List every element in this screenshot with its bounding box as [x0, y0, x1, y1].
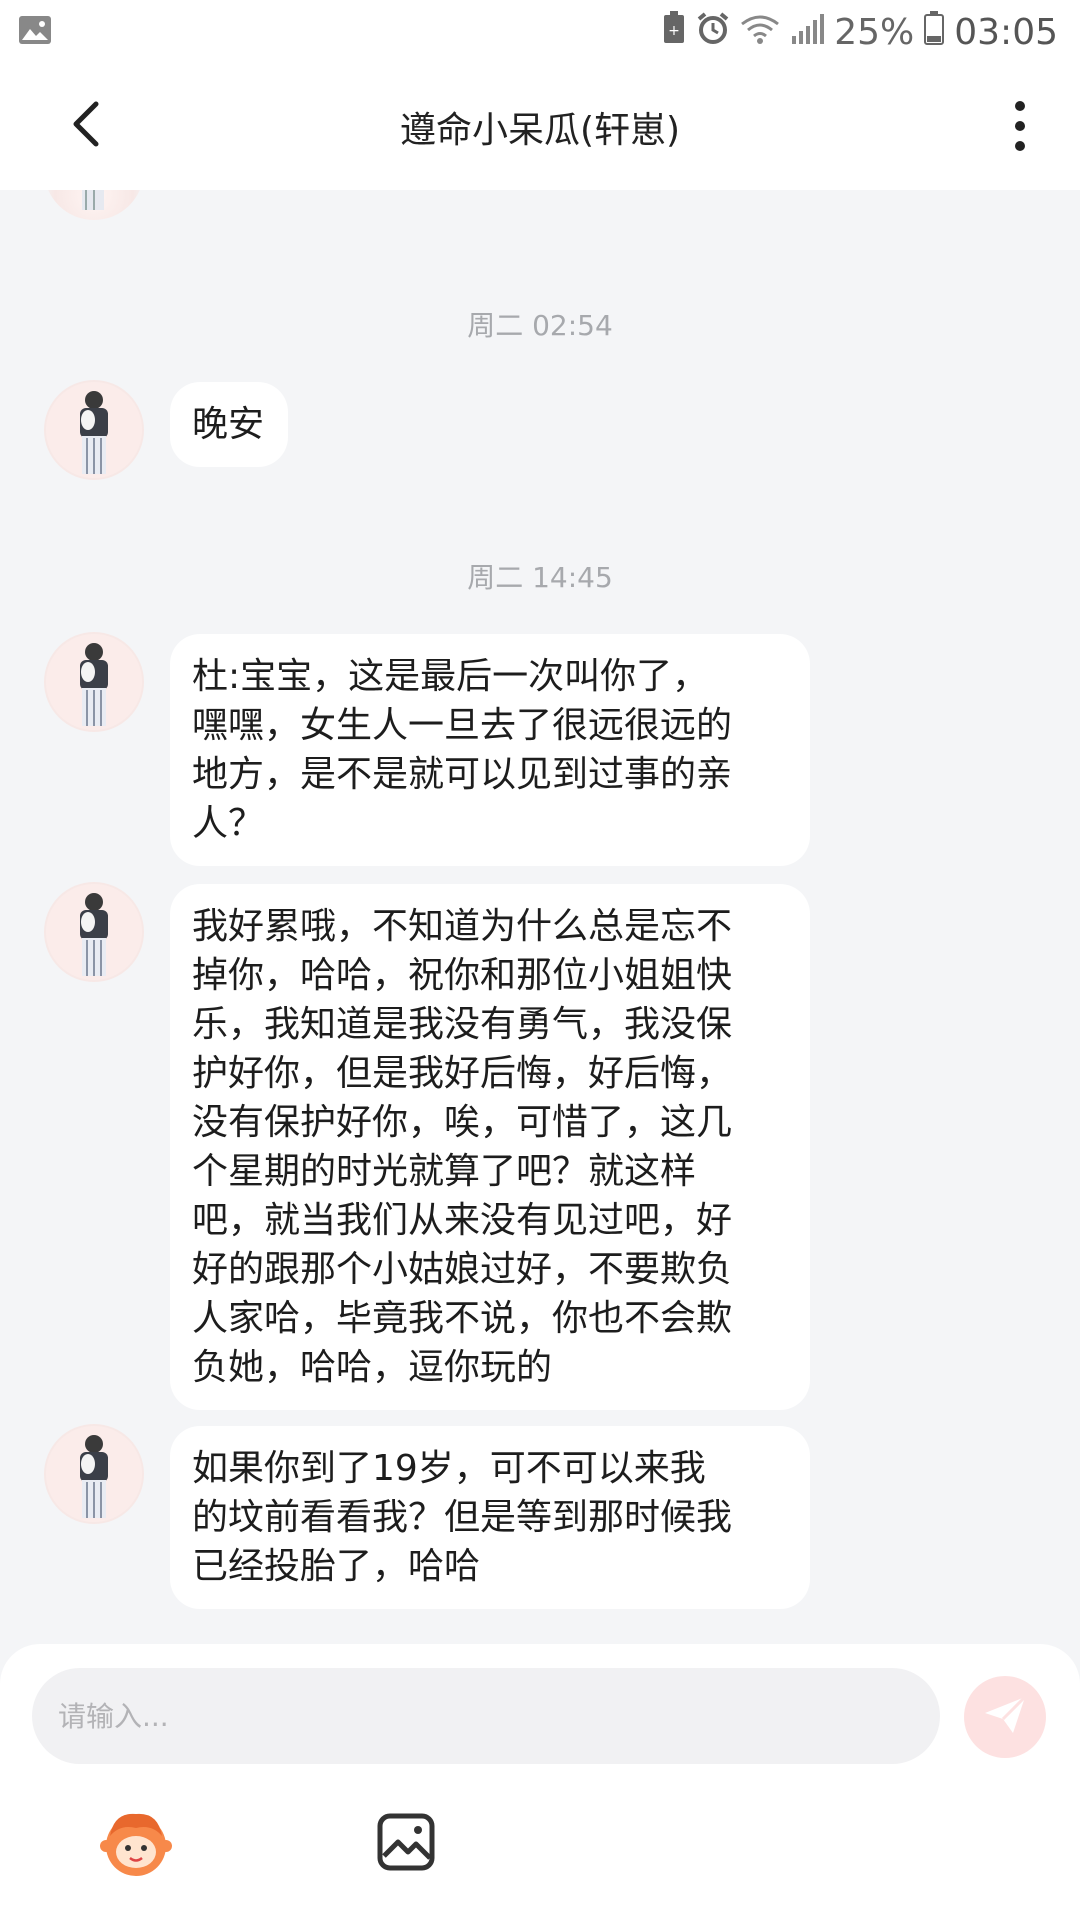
- status-bar: + 25% 03:05: [0, 0, 1080, 64]
- message-line: 嘿嘿，女生人一旦去了很远很远的: [192, 705, 733, 746]
- avatar[interactable]: [44, 190, 144, 220]
- send-icon: [983, 1695, 1027, 1739]
- message-bubble[interactable]: 晚安: [170, 382, 288, 467]
- message-input[interactable]: [32, 1668, 940, 1764]
- message-bubble[interactable]: 如果你到了19岁，可不可以来我 的坟前看看我？但是等到那时候我 已经投胎了，哈哈: [170, 1426, 810, 1609]
- wifi-icon: [740, 12, 780, 53]
- battery-percentage: 25%: [834, 11, 915, 53]
- message-line: 杜:宝宝，这是最后一次叫你了，: [192, 656, 709, 697]
- clock: 03:05: [954, 11, 1058, 53]
- message-line: 人家哈，毕竟我不说，你也不会欺: [192, 1298, 733, 1339]
- message-line: 没有保护好你，唉，可惜了，这几: [192, 1102, 733, 1143]
- message-line: 吧，就当我们从来没有见过吧，好: [192, 1200, 733, 1241]
- svg-text:+: +: [668, 23, 680, 39]
- message-line: 负她，哈哈，逗你玩的: [192, 1347, 553, 1388]
- message-line: 地方，是不是就可以见到过事的亲: [192, 754, 733, 795]
- message-text: 晚安: [192, 404, 265, 445]
- chat-title: 遵命小呆瓜(轩崽): [399, 110, 681, 151]
- message-line: 好的跟那个小姑娘过好，不要欺负: [192, 1249, 733, 1290]
- avatar[interactable]: [44, 882, 144, 982]
- message-timestamp: 周二 02:54: [467, 309, 613, 342]
- chat-header: 遵命小呆瓜(轩崽): [0, 64, 1080, 190]
- emoji-button[interactable]: [96, 1802, 176, 1882]
- message-line: 已经投胎了，哈哈: [192, 1546, 481, 1587]
- avatar[interactable]: [44, 380, 144, 480]
- message-composer: [0, 1644, 1080, 1920]
- message-line: 护好你，但是我好后悔，好后悔，: [192, 1053, 733, 1094]
- battery-saver-icon: +: [662, 10, 686, 54]
- message-list[interactable]: 周二 02:54 晚安 周二 14:45 杜:宝宝，这是最后一次叫你了， 嘿嘿，…: [0, 190, 1080, 1640]
- message-bubble[interactable]: 我好累哦，不知道为什么总是忘不 掉你，哈哈，祝你和那位小姐姐快 乐，我知道是我没…: [170, 884, 810, 1410]
- gallery-notification-icon: [18, 15, 52, 49]
- send-button[interactable]: [964, 1676, 1046, 1758]
- back-button[interactable]: [60, 96, 110, 156]
- message-line: 的坟前看看我？但是等到那时候我: [192, 1497, 733, 1538]
- battery-icon: [924, 10, 945, 54]
- message-line: 掉你，哈哈，祝你和那位小姐姐快: [192, 955, 733, 996]
- message-line: 人？: [192, 803, 265, 844]
- alarm-icon: [696, 11, 730, 54]
- more-vertical-icon: [1015, 101, 1025, 111]
- image-button[interactable]: [376, 1812, 436, 1872]
- message-line: 乐，我知道是我没有勇气，我没保: [192, 1004, 733, 1045]
- message-line: 如果你到了19岁，可不可以来我: [192, 1448, 706, 1489]
- signal-icon: [790, 12, 825, 53]
- avatar[interactable]: [44, 1424, 144, 1524]
- avatar[interactable]: [44, 632, 144, 732]
- more-options-button[interactable]: [1000, 96, 1040, 156]
- back-arrow-icon: [70, 101, 100, 151]
- message-line: 我好累哦，不知道为什么总是忘不: [192, 906, 733, 947]
- message-bubble[interactable]: 杜:宝宝，这是最后一次叫你了， 嘿嘿，女生人一旦去了很远很远的 地方，是不是就可…: [170, 634, 810, 866]
- message-timestamp: 周二 14:45: [467, 561, 613, 594]
- message-line: 个星期的时光就算了吧？就这样: [192, 1151, 697, 1192]
- image-icon: [376, 1813, 436, 1876]
- emoji-mascot-icon: [96, 1813, 176, 1886]
